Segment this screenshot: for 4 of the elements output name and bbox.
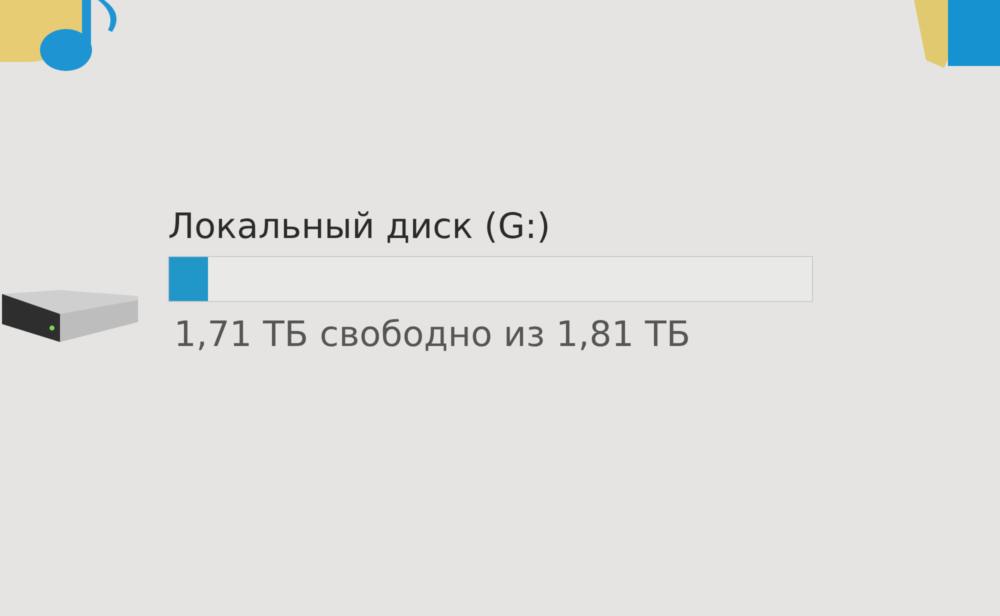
drive-icon[interactable]	[0, 288, 140, 344]
drive-label: Локальный диск (G:)	[168, 206, 550, 249]
free-space-text: 1,71 ТБ свободно из 1,81 ТБ	[174, 314, 690, 357]
folder-icon[interactable]	[914, 0, 1000, 68]
